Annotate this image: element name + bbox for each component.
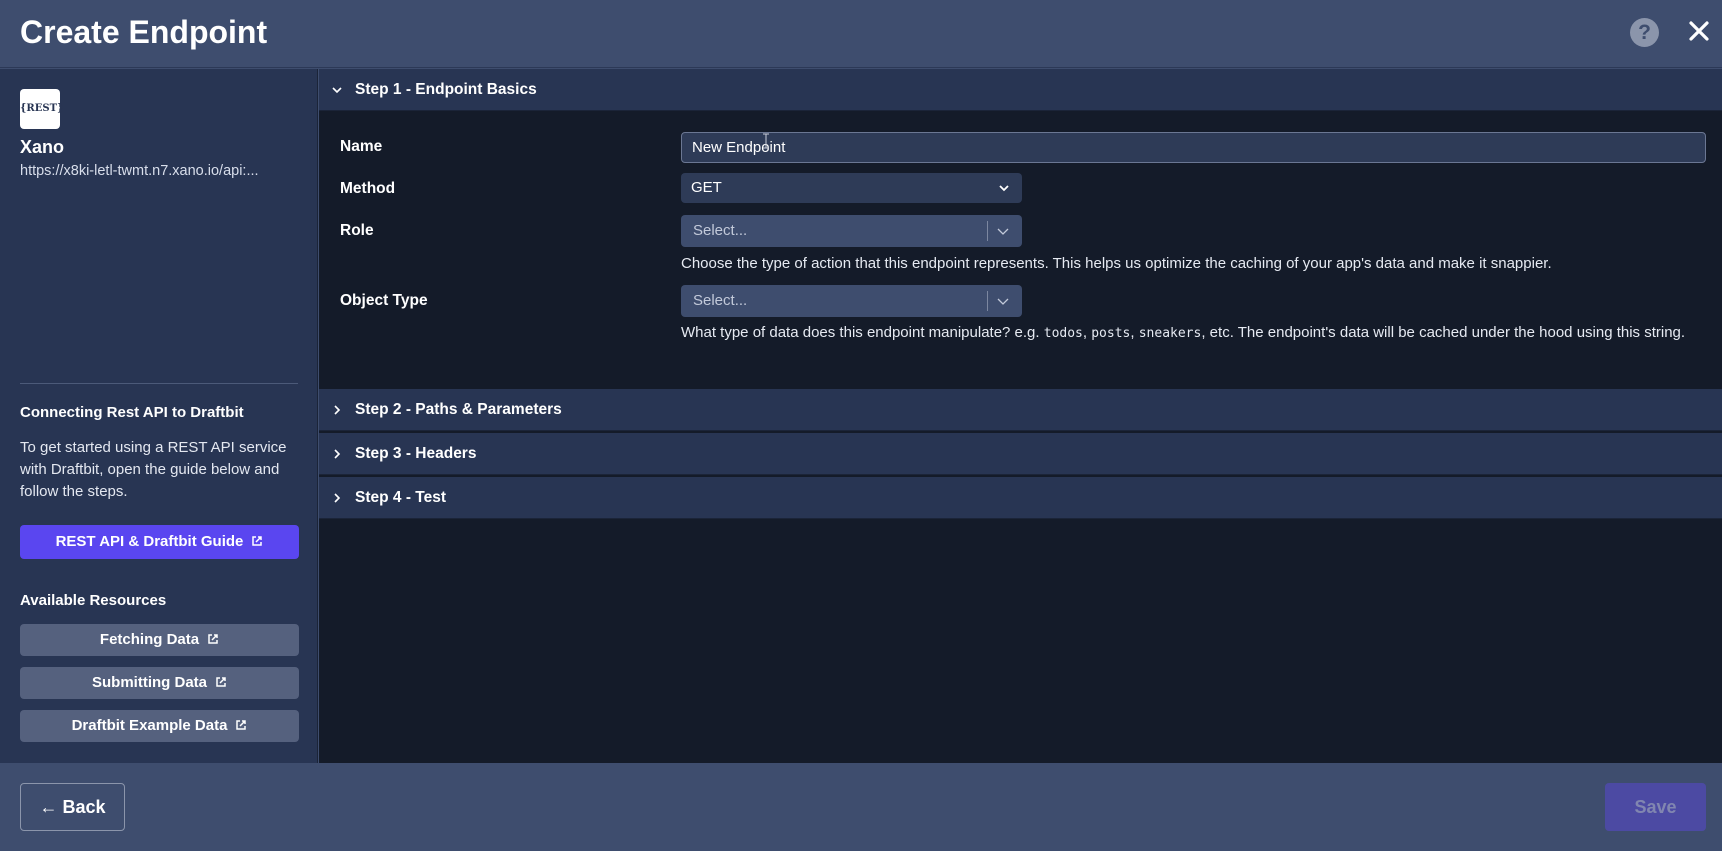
help-separator: , <box>1082 324 1092 341</box>
guide-button-label: REST API & Draftbit Guide <box>55 533 244 550</box>
name-label: Name <box>340 138 383 155</box>
object-type-label: Object Type <box>340 292 428 309</box>
question-circle-icon[interactable]: ? <box>1630 18 1659 47</box>
step-1-header[interactable]: Step 1 - Endpoint Basics <box>319 69 1722 111</box>
external-link-icon <box>216 677 226 687</box>
provider-name: Xano <box>20 137 65 157</box>
object-type-help-text: What type of data does this endpoint man… <box>681 322 1711 345</box>
back-button[interactable]: ← Back <box>20 783 125 831</box>
resources-heading: Available Resources <box>20 592 167 609</box>
sidebar: {REST} Xano https://x8ki-letl-twmt.n7.xa… <box>0 69 318 763</box>
chevron-down-icon <box>997 298 1009 305</box>
select-separator <box>987 221 988 241</box>
step-label: Step 1 - Endpoint Basics <box>355 81 537 98</box>
external-link-icon <box>236 720 247 730</box>
main-panel: Step 1 - Endpoint Basics Name Method GET… <box>319 69 1722 763</box>
modal-header: Create Endpoint ? <box>0 0 1722 68</box>
resource-label: Draftbit Example Data <box>71 717 228 734</box>
select-separator <box>987 291 988 311</box>
guide-description: To get started using a REST API service … <box>20 439 287 500</box>
close-icon[interactable] <box>1684 16 1714 46</box>
resource-example-data-button[interactable]: Draftbit Example Data <box>20 710 299 742</box>
help-prefix: What type of data does this endpoint man… <box>681 324 1044 341</box>
resource-label: Fetching Data <box>99 631 200 648</box>
role-select[interactable]: Select... <box>681 215 1022 247</box>
back-label: Back <box>62 797 106 817</box>
save-button[interactable]: Save <box>1605 783 1706 831</box>
help-separator: , <box>1130 324 1139 341</box>
method-value: GET <box>691 179 722 196</box>
chevron-right-icon <box>334 493 341 503</box>
rest-logo-icon: {REST} <box>20 89 63 129</box>
chevron-down-icon <box>997 228 1009 235</box>
method-label: Method <box>340 180 396 197</box>
external-link-icon <box>208 634 218 644</box>
step-2-header[interactable]: Step 2 - Paths & Parameters <box>319 389 1722 431</box>
chevron-down-icon <box>332 87 342 94</box>
role-placeholder: Select... <box>693 222 748 239</box>
guide-button[interactable]: REST API & Draftbit Guide <box>20 525 299 559</box>
role-help-text: Choose the type of action that this endp… <box>681 255 1552 272</box>
example-posts: posts <box>1091 326 1131 341</box>
chevron-right-icon <box>334 405 341 415</box>
guide-heading: Connecting Rest API to Draftbit <box>20 404 244 421</box>
resource-fetching-data-button[interactable]: Fetching Data <box>20 624 299 656</box>
method-select[interactable]: GET <box>681 173 1022 203</box>
page-title: Create Endpoint <box>20 14 268 50</box>
help-suffix: , etc. The endpoint's data will be cache… <box>1201 324 1686 341</box>
role-label: Role <box>340 222 374 239</box>
step-label: Step 2 - Paths & Parameters <box>355 401 562 418</box>
example-sneakers: sneakers <box>1138 326 1202 341</box>
text-cursor-icon <box>763 133 769 149</box>
chevron-right-icon <box>334 449 341 459</box>
step-label: Step 3 - Headers <box>355 445 477 462</box>
external-link-icon <box>252 536 263 546</box>
arrow-left-icon: ← <box>39 797 58 817</box>
resource-submitting-data-button[interactable]: Submitting Data <box>20 667 299 699</box>
step-label: Step 4 - Test <box>355 489 447 506</box>
step-4-header[interactable]: Step 4 - Test <box>319 477 1722 519</box>
chevron-down-icon <box>999 185 1009 192</box>
base-url: https://x8ki-letl-twmt.n7.xano.io/api:..… <box>20 163 259 179</box>
step-3-header[interactable]: Step 3 - Headers <box>319 433 1722 475</box>
example-todos: todos <box>1043 326 1083 341</box>
name-input[interactable] <box>681 132 1706 163</box>
object-type-placeholder: Select... <box>693 292 748 309</box>
resource-label: Submitting Data <box>92 674 207 691</box>
modal-footer: ← Back Save <box>0 763 1722 851</box>
sidebar-divider <box>20 383 298 384</box>
object-type-select[interactable]: Select... <box>681 285 1022 317</box>
